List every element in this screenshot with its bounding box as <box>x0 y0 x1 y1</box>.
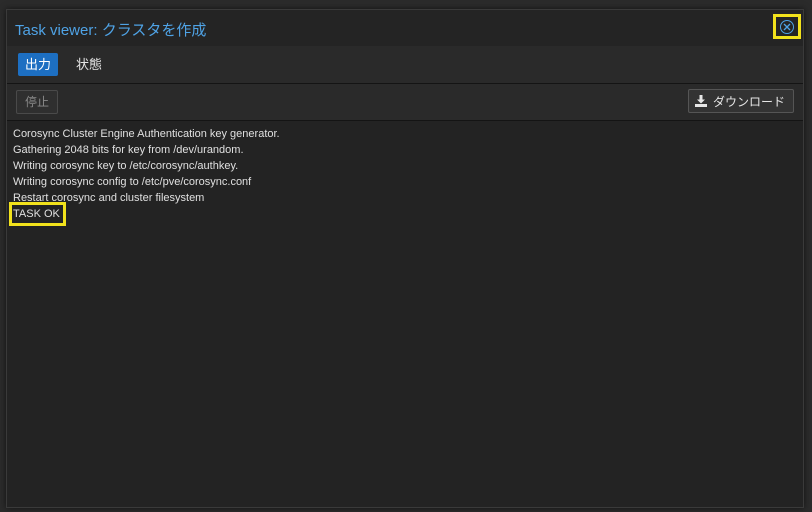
tab-output[interactable]: 出力 <box>18 53 59 76</box>
log-line: Writing corosync key to /etc/corosync/au… <box>13 160 239 172</box>
download-button[interactable]: ダウンロード <box>687 89 794 113</box>
log-line: Gathering 2048 bits for key from /dev/ur… <box>13 144 244 156</box>
tab-bar: 出力 状態 <box>7 46 803 84</box>
log-line: Corosync Cluster Engine Authentication k… <box>13 128 280 140</box>
window-title: Task viewer: クラスタを作成 <box>15 22 207 39</box>
stop-button[interactable]: 停止 <box>16 90 59 114</box>
task-log: Corosync Cluster Engine Authentication k… <box>7 121 803 507</box>
close-circle-icon <box>780 19 794 34</box>
log-line: Writing corosync config to /etc/pve/coro… <box>13 176 252 188</box>
task-ok-status: TASK OK <box>9 202 66 226</box>
toolbar: 停止 ダウンロード <box>7 84 803 121</box>
download-label: ダウンロード <box>712 94 785 109</box>
tab-status[interactable]: 状態 <box>69 53 109 76</box>
close-button[interactable] <box>773 14 801 39</box>
title-bar: Task viewer: クラスタを作成 <box>7 10 803 47</box>
log-line: Restart corosync and cluster filesystem <box>13 192 205 204</box>
log-line-status: TASK OK <box>7 202 803 226</box>
download-icon <box>694 95 707 107</box>
task-viewer-window: Task viewer: クラスタを作成 出力 状態 停止 ダウンロード Cor… <box>6 9 804 508</box>
